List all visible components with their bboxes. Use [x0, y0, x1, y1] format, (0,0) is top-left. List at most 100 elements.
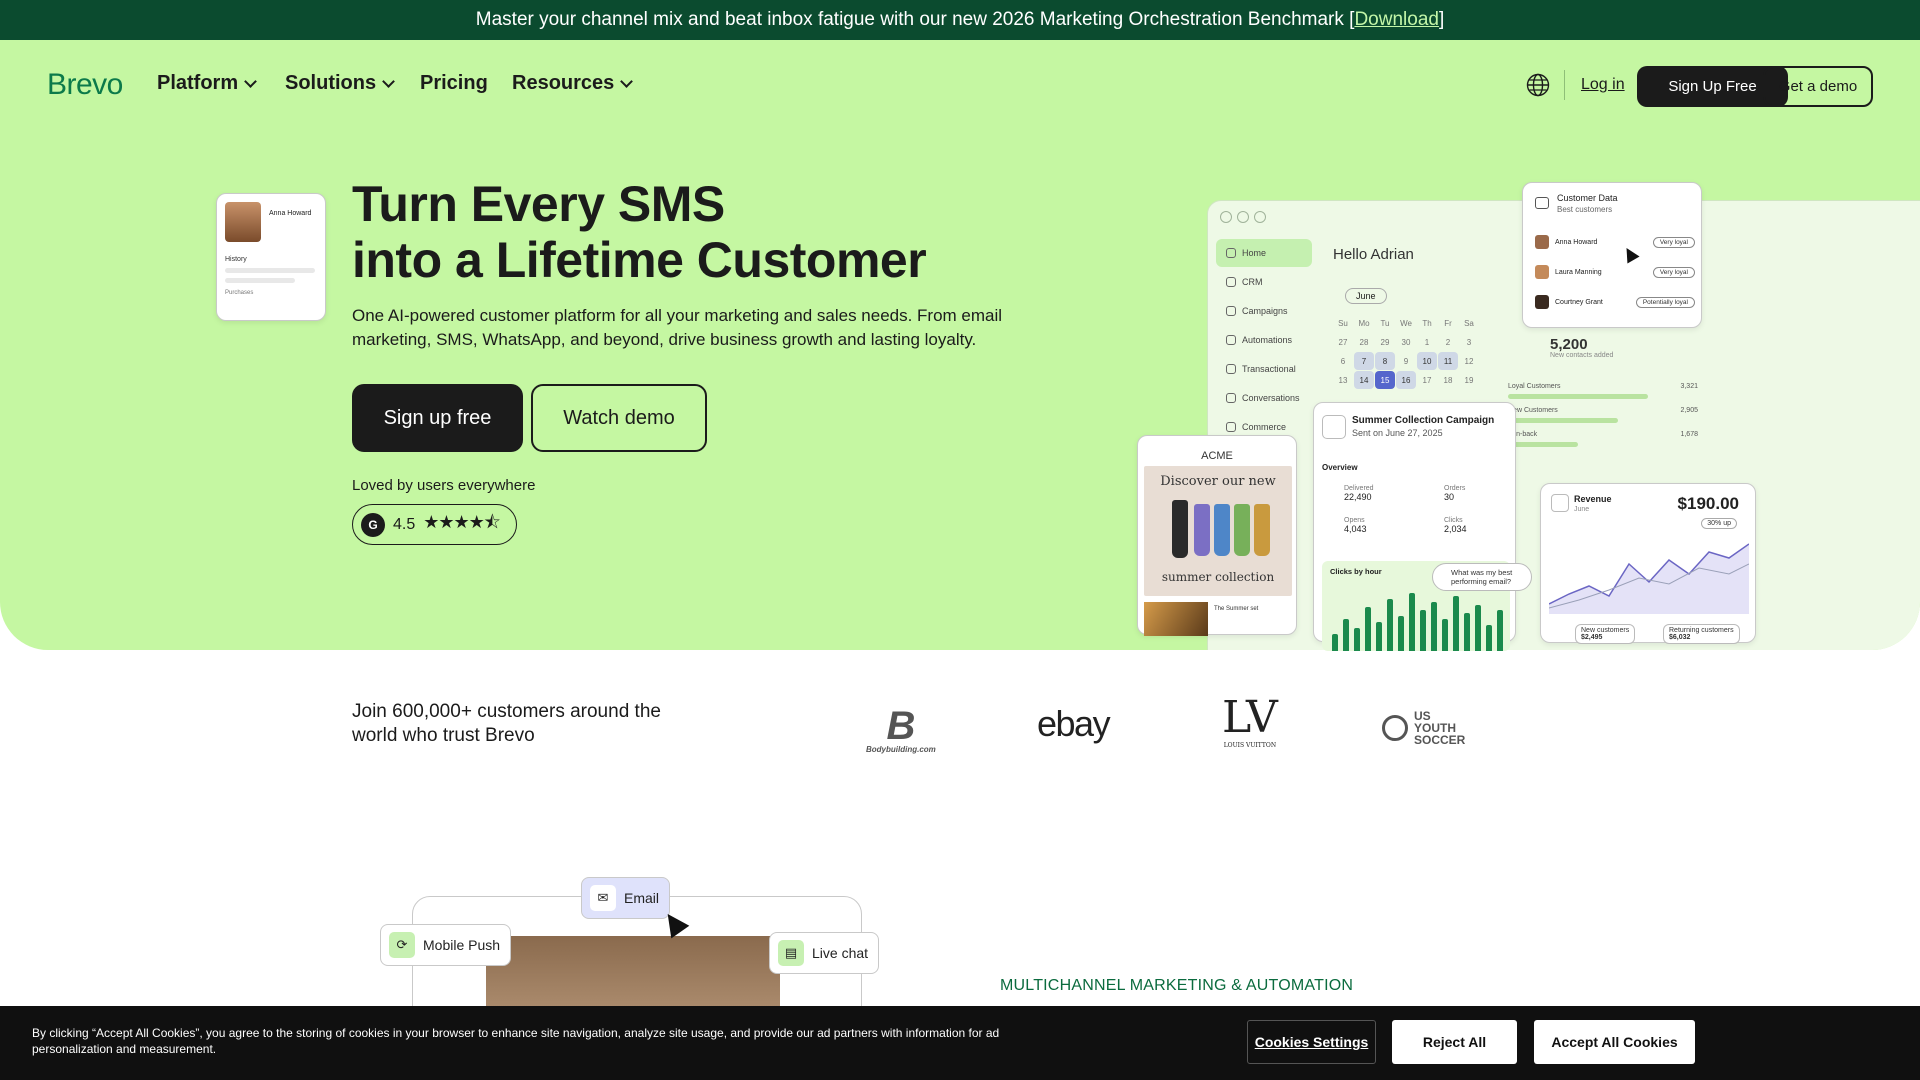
window-dots [1220, 211, 1266, 223]
hour-bar [1453, 596, 1459, 651]
g2-rating-badge[interactable]: G 4.5 ★★★★⯪ [352, 504, 517, 545]
email-headline: Discover our new [1160, 474, 1276, 489]
rating-stars-icon: ★★★★⯪ [423, 511, 501, 532]
clicks-by-hour-label: Clicks by hour [1330, 567, 1382, 576]
signup-free-cta[interactable]: Sign up free [352, 384, 523, 452]
cookies-settings-button[interactable]: Cookies Settings [1247, 1020, 1376, 1064]
mockup-greeting: Hello Adrian [1333, 246, 1414, 263]
profile-history-label: History [225, 256, 247, 263]
hour-bar [1343, 619, 1349, 651]
campaign-stat: Orders 30 [1444, 485, 1466, 502]
segment-row: Loyal Customers 3,321 [1508, 383, 1698, 399]
segment-row: New Customers 2,905 [1508, 407, 1698, 423]
calendar-date: 7 [1354, 352, 1374, 370]
calendar-date: 29 [1380, 337, 1390, 347]
nav-platform-label: Platform [157, 72, 239, 94]
main-nav: Brevo Platform Solutions Pricing Resourc… [0, 40, 1920, 130]
customer-data-card: Customer Data Best customers Anna Howard… [1522, 182, 1702, 328]
calendar-day-header: Fr [1444, 318, 1452, 328]
customer-data-title: Customer Data [1557, 193, 1618, 203]
calendar-date: 1 [1424, 337, 1430, 347]
hero-title: Turn Every SMS into a Lifetime Customer [352, 176, 927, 288]
louis-vuitton-logo: LV LOUIS VUITTON [1222, 692, 1278, 750]
customer-data-subtitle: Best customers [1557, 205, 1613, 214]
calendar-date: 19 [1464, 375, 1474, 385]
email-brand: ACME [1201, 450, 1233, 462]
mockup-calendar: June Su Mo Tu We Th Fr Sa 27 28 29 30 1 2 3 6 7 8 9 10 11 12… [1333, 286, 1483, 389]
revenue-title: Revenue [1574, 494, 1612, 504]
chevron-down-icon [244, 74, 257, 88]
avatar [225, 202, 261, 242]
campaign-card: Summer Collection Campaign Sent on June … [1313, 402, 1516, 651]
hero-subtitle: One AI-powered customer platform for all… [352, 306, 1003, 349]
chat-icon: ▤ [778, 940, 804, 966]
announcement-banner: Master your channel mix and beat inbox f… [0, 0, 1920, 40]
customer-row: Anna Howard Very loyal [1535, 231, 1695, 253]
email-hero-image: Discover our new summer collection [1144, 466, 1292, 596]
login-link[interactable]: Log in [1581, 76, 1625, 94]
hour-bar [1409, 593, 1415, 651]
nav-resources[interactable]: Resources [512, 72, 634, 95]
revenue-period: June [1574, 506, 1590, 513]
ai-prompt-bubble: What was my best performing email? [1432, 563, 1532, 591]
profile-purchases-label: Purchases [225, 290, 254, 296]
cookie-banner: By clicking “Accept All Cookies”, you ag… [0, 1006, 1920, 1080]
get-demo-button[interactable]: Get a demo [1763, 66, 1873, 107]
users-icon [1535, 197, 1549, 209]
nav-pricing[interactable]: Pricing [420, 72, 488, 95]
calendar-day-header: Sa [1464, 318, 1474, 328]
calendar-day-header: Su [1338, 318, 1348, 328]
calendar-date: 16 [1396, 371, 1416, 389]
calendar-grid: Su Mo Tu We Th Fr Sa 27 28 29 30 1 2 3 6 7 8 9 10 11 12 13 14 1… [1333, 314, 1483, 389]
banner-download-link[interactable]: Download [1354, 9, 1439, 31]
campaign-sent: Sent on June 27, 2025 [1352, 428, 1443, 438]
calendar-date: 11 [1438, 352, 1458, 370]
contacts-label: New contacts added [1550, 352, 1614, 359]
calendar-date: 13 [1338, 375, 1348, 385]
live-chat-pill: ▤ Live chat [769, 932, 880, 974]
customers-text: Join 600,000+ customers around the world… [352, 701, 661, 746]
mobile-push-pill: ⟳ Mobile Push [380, 924, 512, 966]
mockup-sidebar-item: Conversations [1216, 384, 1312, 412]
chevron-down-icon [620, 74, 634, 88]
hour-bar [1354, 628, 1360, 651]
calendar-date: 15 [1375, 371, 1395, 389]
hour-bar [1464, 613, 1470, 651]
reject-all-button[interactable]: Reject All [1392, 1020, 1517, 1064]
nav-solutions-label: Solutions [285, 72, 377, 94]
nav-resources-label: Resources [512, 72, 615, 94]
nav-platform[interactable]: Platform [157, 72, 257, 95]
calendar-date: 27 [1338, 337, 1348, 347]
hour-bar [1442, 619, 1448, 651]
calendar-date: 6 [1340, 356, 1346, 366]
mockup-sidebar-item: Transactional [1216, 355, 1312, 383]
hero-title-line1: Turn Every SMS [352, 176, 725, 232]
calendar-month: June [1345, 288, 1387, 304]
g2-logo-icon: G [361, 512, 385, 537]
revenue-change: 30% up [1701, 518, 1737, 529]
campaign-stat: Opens 4,043 [1344, 517, 1367, 534]
contacts-value: 5,200 [1550, 336, 1588, 353]
hour-bar [1365, 607, 1371, 651]
nav-pricing-label: Pricing [420, 72, 488, 94]
campaign-stat: Clicks 2,034 [1444, 517, 1467, 534]
campaign-title: Summer Collection Campaign [1352, 415, 1495, 426]
customer-row: Laura Manning Very loyal [1535, 261, 1695, 283]
globe-icon[interactable] [1526, 73, 1550, 97]
calendar-date: 30 [1401, 337, 1411, 347]
mockup-sidebar-item: Campaigns [1216, 297, 1312, 325]
brevo-logo[interactable]: Brevo [47, 68, 123, 102]
bodybuilding-logo: B Bodybuilding.com [866, 704, 936, 754]
email-preview-card: ACME Discover our new summer collection … [1137, 435, 1297, 636]
email-pill: ✉ Email [581, 877, 671, 919]
email-product-name: The Summer set [1214, 606, 1259, 612]
loved-label: Loved by users everywhere [352, 477, 536, 494]
mail-icon: ✉ [590, 885, 616, 911]
accept-all-cookies-button[interactable]: Accept All Cookies [1534, 1020, 1695, 1064]
campaign-stat: Delivered 22,490 [1344, 485, 1374, 502]
nav-solutions[interactable]: Solutions [285, 72, 395, 95]
revenue-card: Revenue June $190.00 30% up New customer… [1540, 483, 1756, 644]
watch-demo-cta[interactable]: Watch demo [531, 384, 707, 452]
cookie-text: By clicking “Accept All Cookies”, you ag… [32, 1026, 1000, 1056]
campaign-overview-label: Overview [1322, 463, 1358, 472]
